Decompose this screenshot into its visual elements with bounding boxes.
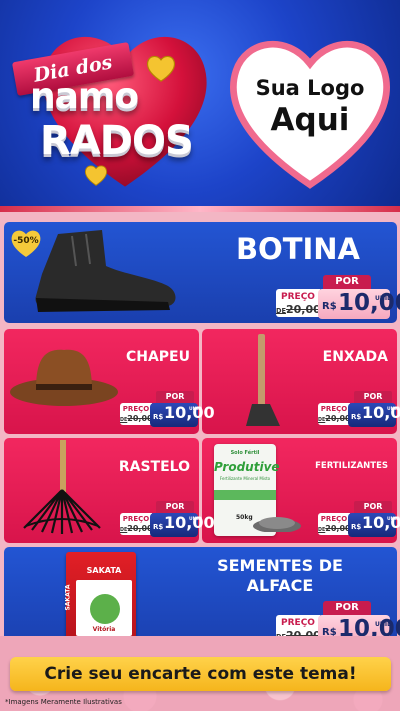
por-label: POR xyxy=(354,501,392,513)
title-word-namo: namo xyxy=(30,76,139,117)
price-tag-rastelo: POR PREÇO DE20,00 R$ 10,00 UNID xyxy=(120,501,215,537)
por-label: POR xyxy=(156,391,194,403)
preco-label: PREÇO xyxy=(281,292,315,302)
old-price-box: PREÇO DE20,00 xyxy=(120,403,153,425)
new-price: 10,00 xyxy=(164,403,215,422)
package-brand: SAKATA xyxy=(86,566,122,575)
logo-placeholder-line-2: Aqui xyxy=(270,102,350,138)
unit-label: UNID xyxy=(375,295,393,302)
preco-label: PREÇO xyxy=(122,515,150,523)
currency-label: R$ xyxy=(351,413,362,421)
old-price-box: PREÇO DE20,00 xyxy=(318,403,351,425)
preco-label: PREÇO xyxy=(281,618,315,628)
boot-icon xyxy=(35,230,176,312)
new-price: 10,00 xyxy=(338,290,400,316)
product-name-sementes: SEMENTES DE ALFACE xyxy=(217,556,343,595)
preco-label: PREÇO xyxy=(320,405,348,413)
currency-label: R$ xyxy=(153,413,164,421)
new-price: 10,00 xyxy=(362,513,400,532)
disclaimer-text: *Imagens Meramente Ilustrativas xyxy=(5,698,122,706)
new-price: 10,00 xyxy=(164,513,215,532)
unit-label: UNID xyxy=(375,621,393,628)
old-price: DE20,00 xyxy=(318,414,351,423)
preco-label: PREÇO xyxy=(320,515,348,523)
price-tag-botina: POR PREÇO DE20,00 R$ 10,00 UNID xyxy=(276,275,400,321)
rake-icon xyxy=(23,440,101,534)
new-price: 10,00 xyxy=(362,403,400,422)
preco-label: PREÇO xyxy=(122,405,150,413)
price-tag-fertilizantes: POR PREÇO DE20,00 R$ 10,00 UNID xyxy=(318,501,400,537)
por-label: POR xyxy=(323,601,371,615)
old-price: DE20,00 xyxy=(120,524,153,533)
price-tag-chapeu: POR PREÇO DE20,00 R$ 10,00 UNID xyxy=(120,391,215,427)
logo-placeholder-line-1: Sua Logo xyxy=(255,76,365,100)
hoe-icon xyxy=(246,334,280,426)
seed-package: SAKATA SAKATA Vitória xyxy=(65,552,136,648)
unit-label: UNID xyxy=(387,517,400,522)
header-banner: Dia dos namo mo RADOS Sua Logo Aqui xyxy=(0,0,400,212)
old-price: DE20,00 xyxy=(276,303,321,316)
product-name-fertilizantes: FERTILIZANTES xyxy=(315,461,388,471)
unit-label: UNID xyxy=(387,407,400,412)
product-name-chapeu: CHAPEU xyxy=(125,349,190,365)
title-word-rados: RADOS xyxy=(40,118,194,164)
cta-button[interactable]: Crie seu encarte com este tema! xyxy=(10,657,391,691)
product-name-botina: BOTINA xyxy=(235,232,360,266)
old-price: DE20,00 xyxy=(120,414,153,423)
por-label: POR xyxy=(323,275,371,289)
fertilizer-pile-icon xyxy=(253,517,301,532)
por-label: POR xyxy=(354,391,392,403)
price-tag-enxada: POR PREÇO DE20,00 R$ 10,00 UNID xyxy=(318,391,400,427)
currency-label: R$ xyxy=(351,523,362,531)
por-label: POR xyxy=(156,501,194,513)
gold-heart-icon xyxy=(147,55,175,82)
old-price-box: PREÇO DE20,00 xyxy=(276,289,321,317)
unit-label: UNID xyxy=(189,407,202,412)
old-price-box: PREÇO DE20,00 xyxy=(120,513,153,535)
fertilizer-brand: Produtive xyxy=(214,460,280,474)
currency-label: R$ xyxy=(322,301,337,312)
currency-label: R$ xyxy=(153,523,164,531)
old-price-box: PREÇO DE20,00 xyxy=(318,513,351,535)
product-name-enxada: ENXADA xyxy=(322,349,388,365)
unit-label: UNID xyxy=(189,517,202,522)
product-name-rastelo: RASTELO xyxy=(118,459,190,475)
old-price: DE20,00 xyxy=(318,524,351,533)
gold-heart-icon xyxy=(85,165,107,186)
